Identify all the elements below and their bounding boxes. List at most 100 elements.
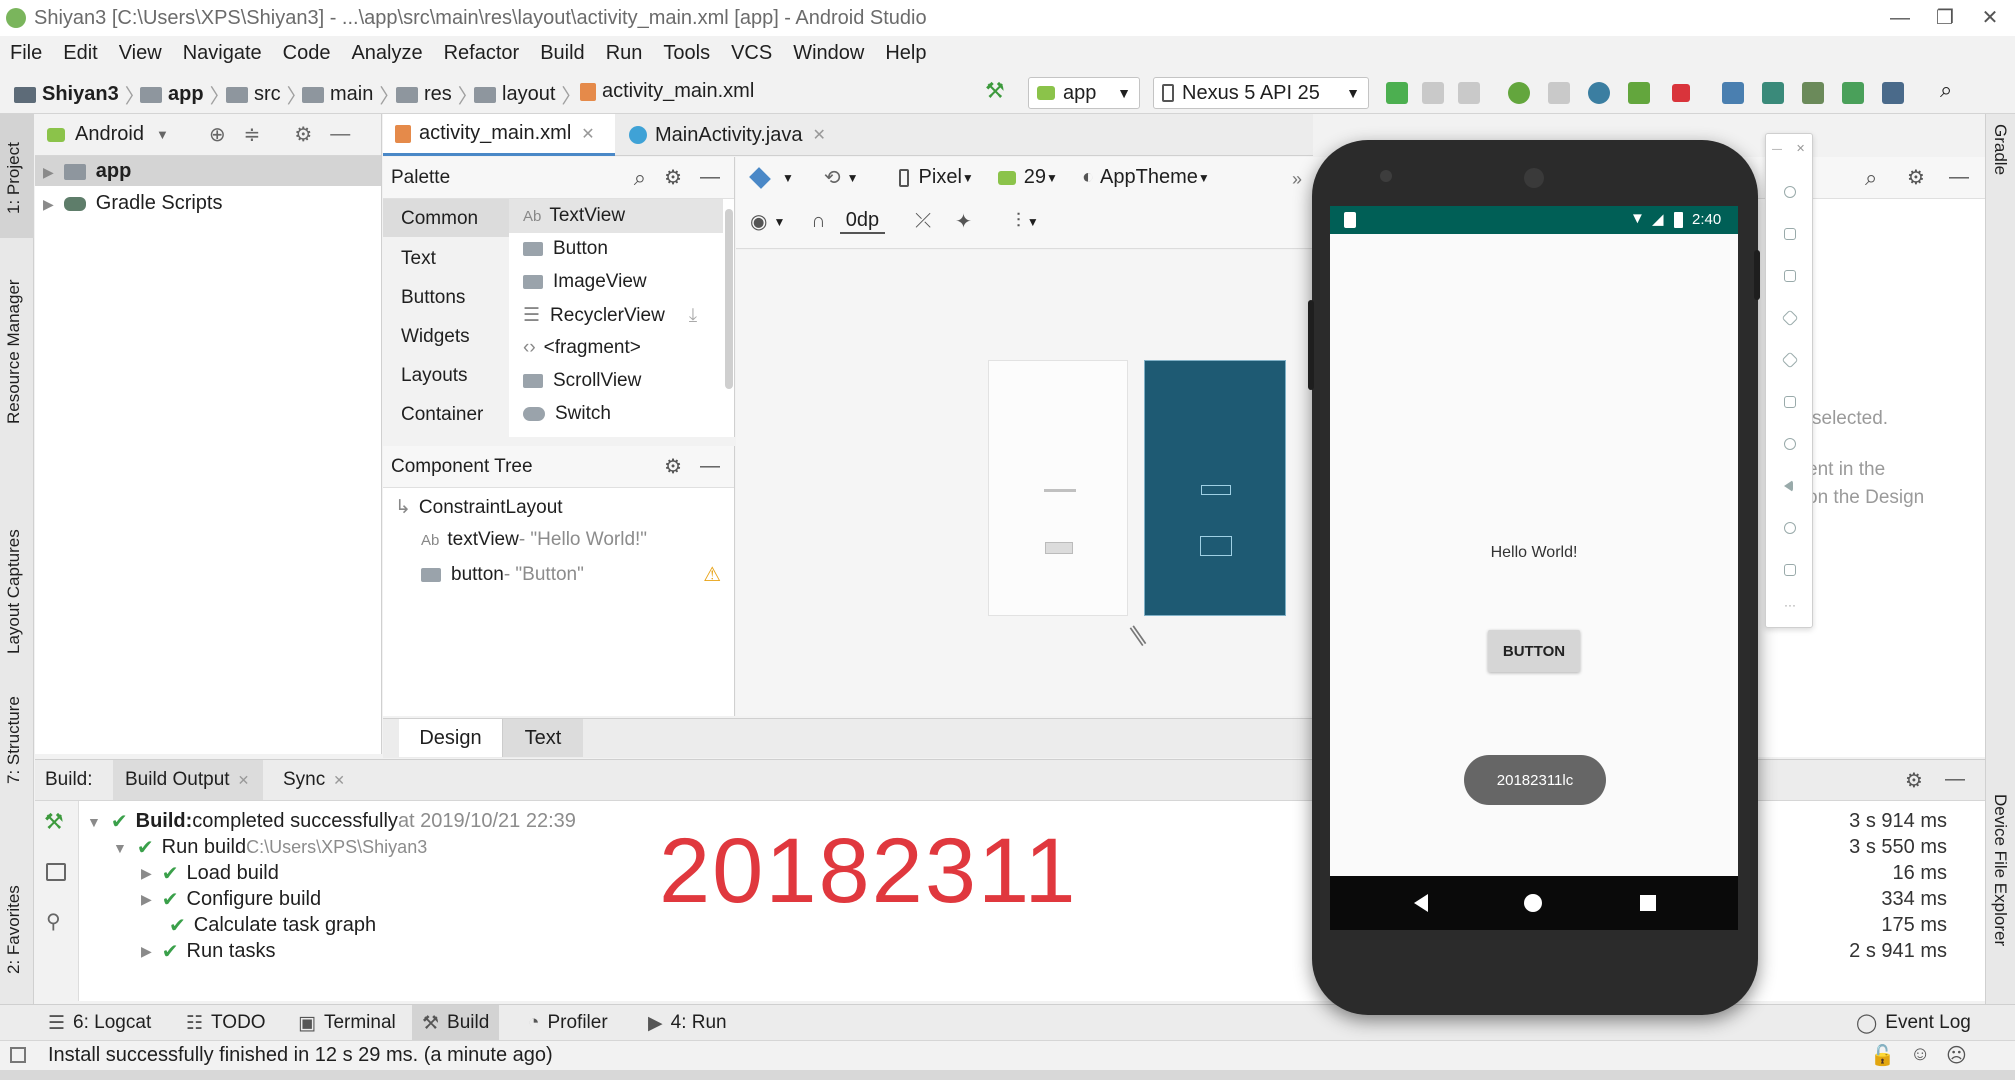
sdk-manager-icon[interactable] [1802,82,1824,104]
expand-arrow-icon[interactable]: ▶ [141,865,152,882]
more-icon[interactable]: ··· [1784,598,1796,612]
align-icon[interactable]: ⫶ [1016,210,1021,233]
palette-scrollbar[interactable] [725,209,733,389]
tree-node-gradle-scripts[interactable]: ▶ Gradle Scripts [43,192,223,215]
breadcrumb-main[interactable]: main 〉 [302,80,399,109]
locate-icon[interactable]: ⊕ [209,122,226,147]
panel-toggle-icon[interactable] [10,1047,26,1063]
lock-icon[interactable]: 🔓 [1870,1043,1895,1068]
breadcrumb-file[interactable]: activity_main.xml [580,80,754,103]
palette-item-textview[interactable]: Ab TextView [523,205,625,227]
tool-build[interactable]: ⚒ Build [412,1005,500,1041]
palette-item-recyclerview[interactable]: ☰ RecyclerView ⤓ [523,304,697,327]
download-icon[interactable]: ⤓ [689,305,697,327]
close-icon[interactable]: ✕ [333,772,345,789]
home-control-icon[interactable] [1784,522,1796,534]
rotate-left-icon[interactable] [1781,309,1799,327]
volume-up-icon[interactable] [1784,228,1796,240]
device-file-explorer-tab[interactable]: Device File Explorer [1990,794,2010,946]
warning-icon[interactable]: ⚠ [703,562,721,587]
app-button[interactable]: BUTTON [1488,630,1580,672]
theme-select[interactable]: AppTheme [1100,166,1198,189]
menu-window[interactable]: Window [793,42,864,65]
tab-design[interactable]: Design [399,719,503,757]
design-button[interactable] [1045,542,1073,554]
volume-down-icon[interactable] [1784,270,1796,282]
menu-tools[interactable]: Tools [663,42,710,65]
palette-item-switch[interactable]: Switch [523,403,611,425]
infer-constraints-icon[interactable]: ✦ [955,209,972,234]
default-margin-input[interactable]: 0dp [839,209,886,234]
attach-debugger-icon[interactable] [1628,82,1650,104]
menu-file[interactable]: File [10,42,42,65]
hide-icon[interactable]: — [1945,768,1965,791]
hide-icon[interactable]: — [700,455,720,478]
layers-icon[interactable] [749,166,771,189]
build-line[interactable]: ▼ ✔ Build: completed successfully at 2019… [87,809,576,834]
gear-icon[interactable]: ⚙ [1905,768,1923,793]
breadcrumb-app[interactable]: app 〉 [140,80,230,109]
menu-run[interactable]: Run [606,42,643,65]
expand-arrow-icon[interactable]: ▼ [113,840,127,856]
power-control-icon[interactable] [1784,186,1796,198]
zoom-icon[interactable] [1784,438,1796,450]
tree-node-constraint-layout[interactable]: ↳ ConstraintLayout [395,496,563,519]
clear-constraints-icon[interactable]: ⤫ [915,210,931,233]
palette-category-common[interactable]: Common [401,208,478,230]
palette-category-layouts[interactable]: Layouts [401,365,468,387]
menu-code[interactable]: Code [283,42,331,65]
search-icon[interactable]: ⌕ [1940,77,1962,102]
avd-manager-icon[interactable] [1762,82,1784,104]
layout-inspector-icon[interactable] [1842,82,1864,104]
eye-icon[interactable]: ◉ [750,209,767,234]
breadcrumb-layout[interactable]: layout 〉 [474,80,581,109]
search-icon[interactable]: ⌕ [1865,165,1877,191]
tree-node-textview[interactable]: Ab textView - "Hello World!" [421,529,647,551]
build-line[interactable]: ▶ ✔ Run tasks [141,939,275,964]
hide-icon[interactable]: — [700,166,720,189]
tab-sync[interactable]: Sync ✕ [271,760,345,800]
close-emulator-icon[interactable]: ✕ [1796,142,1805,155]
menu-help[interactable]: Help [885,42,926,65]
tool-todo[interactable]: ☷ TODO [176,1005,276,1041]
overview-control-icon[interactable] [1784,564,1796,576]
collapse-icon[interactable]: ≑ [244,122,261,147]
device-select[interactable]: Pixel [919,166,962,189]
back-control-icon[interactable] [1784,480,1793,492]
debug-icon[interactable] [1508,82,1530,104]
minimize-emulator-icon[interactable]: — [1772,144,1782,155]
sync-project-icon[interactable] [1722,82,1744,104]
tab-activity-main[interactable]: activity_main.xml ✕ [383,114,615,156]
build-line[interactable]: ▶ ✔ Configure build [141,887,321,912]
palette-item-scrollview[interactable]: ScrollView [523,370,641,392]
overflow-icon[interactable]: » [1292,169,1302,190]
expand-arrow-icon[interactable]: ▼ [87,814,101,830]
recents-icon[interactable] [1640,895,1656,911]
view-mode-select[interactable]: Android [75,123,144,146]
sad-face-icon[interactable]: ☹ [1946,1043,1967,1068]
menu-view[interactable]: View [119,42,162,65]
gear-icon[interactable]: ⚙ [664,454,682,479]
project-structure-icon[interactable] [1882,82,1904,104]
resize-handle-icon[interactable]: ∥ [1126,621,1150,649]
restore-button[interactable]: ❐ [1925,4,1965,32]
profiler-icon[interactable] [1588,82,1610,104]
blueprint-preview[interactable] [1144,360,1286,616]
tree-node-button[interactable]: button - "Button" ⚠ [421,562,721,587]
blueprint-textview[interactable] [1201,485,1231,495]
build-line[interactable]: ✔ Calculate task graph [169,913,376,938]
run-config-select[interactable]: app ▼ [1028,77,1140,109]
design-preview[interactable] [988,360,1128,616]
tab-build-output[interactable]: Build Output ✕ [113,760,263,800]
palette-category-buttons[interactable]: Buttons [401,287,465,309]
layout-captures-tab[interactable]: Layout Captures [4,529,24,654]
project-tool-tab[interactable]: 1: Project [4,142,24,214]
palette-category-widgets[interactable]: Widgets [401,326,470,348]
favorites-tab[interactable]: 2: Favorites [4,885,24,974]
tab-main-activity[interactable]: MainActivity.java ✕ [617,114,853,156]
close-icon[interactable]: ✕ [812,125,825,145]
menu-edit[interactable]: Edit [63,42,97,65]
menu-analyze[interactable]: Analyze [351,42,422,65]
build-line[interactable]: ▶ ✔ Load build [141,861,279,886]
gear-icon[interactable]: ⚙ [294,122,312,147]
